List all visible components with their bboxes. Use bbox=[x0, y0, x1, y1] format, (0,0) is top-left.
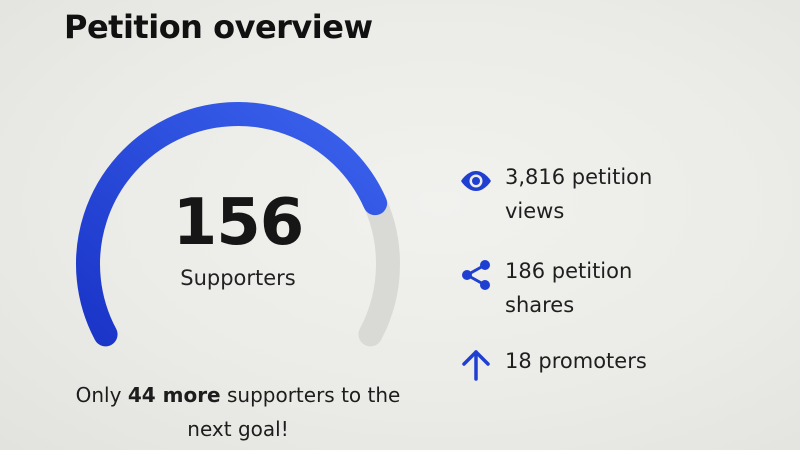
goal-prefix: Only bbox=[75, 383, 122, 407]
shares-line1: 186 petition bbox=[505, 259, 633, 283]
views-line1: 3,816 petition bbox=[505, 165, 653, 189]
views-line2: views bbox=[505, 199, 565, 223]
supporters-count: 156 bbox=[172, 186, 305, 260]
share-icon bbox=[455, 254, 497, 296]
goal-highlight: 44 more bbox=[127, 383, 221, 407]
supporters-gauge: 156 Supporters bbox=[60, 86, 416, 360]
supporters-label: Supporters bbox=[180, 266, 296, 290]
promoters-line1: 18 promoters bbox=[505, 349, 647, 373]
eye-icon bbox=[455, 160, 497, 202]
stat-promoters: 18 promoters bbox=[455, 344, 705, 386]
shares-line2: shares bbox=[505, 293, 575, 317]
arrow-up-icon bbox=[455, 344, 497, 386]
stat-views: 3,816 petition views bbox=[455, 160, 705, 228]
page-title: Petition overview bbox=[64, 8, 373, 46]
stat-shares: 186 petition shares bbox=[455, 254, 705, 322]
next-goal-text: Only 44 more supporters to the next goal… bbox=[60, 378, 416, 446]
